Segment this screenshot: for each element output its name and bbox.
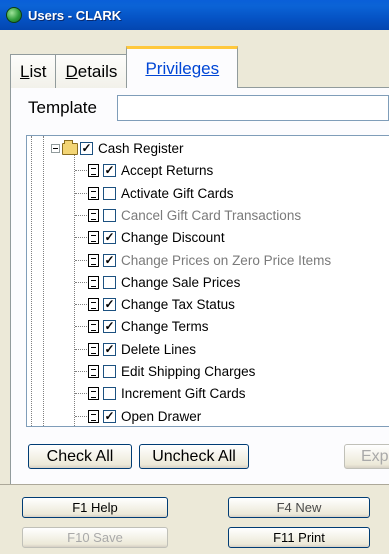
tree-branch-line bbox=[75, 348, 87, 350]
tree-item-label: Accept Returns bbox=[121, 163, 214, 179]
tree-node-cash-register[interactable]: ✓ Cash Register bbox=[51, 138, 184, 159]
tab-details[interactable]: Details bbox=[55, 54, 128, 88]
open-folder-icon bbox=[62, 139, 78, 155]
tree-branch-line bbox=[75, 326, 87, 328]
tree-branch-line bbox=[75, 393, 87, 395]
tab-privileges-label: Privileges bbox=[145, 58, 220, 78]
tree-item-label: Activate Gift Cards bbox=[121, 185, 234, 201]
document-icon bbox=[88, 253, 99, 267]
check-all-button[interactable]: Check All bbox=[28, 444, 132, 469]
tree-branch-line bbox=[75, 192, 87, 194]
tree-item[interactable]: ✓ Accept Returns bbox=[88, 160, 213, 181]
template-label: Template bbox=[28, 98, 97, 117]
document-icon bbox=[88, 409, 99, 423]
tree-item-label: Change Discount bbox=[121, 230, 225, 246]
f1-help-button[interactable]: F1 Help bbox=[22, 497, 168, 518]
f10-save-button[interactable]: F10 Save bbox=[22, 527, 168, 548]
checkbox[interactable]: ✓ bbox=[103, 320, 116, 334]
tree-branch-line bbox=[75, 214, 87, 216]
tree-item[interactable]: Edit Shipping Charges bbox=[88, 361, 255, 382]
tab-privileges[interactable]: Privileges bbox=[126, 46, 239, 88]
tab-details-accelerator: D bbox=[65, 61, 78, 81]
document-icon bbox=[88, 275, 99, 289]
tree-branch-line bbox=[75, 304, 87, 306]
tree-guide-line bbox=[43, 136, 44, 426]
tree-item[interactable]: Cancel Gift Card Transactions bbox=[88, 205, 301, 226]
window-title: Users - CLARK bbox=[28, 7, 122, 23]
tree-item-label: Increment Gift Cards bbox=[121, 386, 246, 402]
tree-branch-line bbox=[75, 281, 87, 283]
document-icon bbox=[88, 387, 99, 401]
tree-item-label: Edit Shipping Charges bbox=[121, 364, 256, 379]
checkbox[interactable] bbox=[103, 365, 116, 378]
tree-item-label: Change Terms bbox=[121, 319, 209, 335]
document-icon bbox=[88, 298, 99, 312]
tree-branch-line bbox=[75, 371, 87, 372]
checkbox[interactable]: ✓ bbox=[103, 342, 116, 356]
tree-item[interactable]: ✓ Open Drawer bbox=[88, 406, 202, 426]
collapse-icon[interactable] bbox=[51, 144, 60, 153]
tree-branch-line bbox=[75, 415, 87, 417]
checkbox[interactable] bbox=[103, 208, 116, 222]
checkbox[interactable] bbox=[103, 186, 116, 200]
tab-strip: List Details Privileges bbox=[10, 46, 239, 88]
app-icon bbox=[6, 7, 22, 23]
tree-item[interactable]: ✓ Change Terms bbox=[88, 316, 209, 337]
tree-item-label: Delete Lines bbox=[121, 341, 197, 357]
checkbox[interactable]: ✓ bbox=[103, 298, 116, 312]
uncheck-all-button[interactable]: Uncheck All bbox=[139, 444, 249, 469]
tab-details-rest: etails bbox=[77, 61, 118, 81]
tree-item-label: Open Drawer bbox=[121, 408, 202, 424]
f11-print-button[interactable]: F11 Print bbox=[228, 527, 370, 548]
tree-guide-line bbox=[74, 150, 75, 426]
document-icon bbox=[88, 164, 99, 178]
tree-item[interactable]: Change Sale Prices bbox=[88, 272, 240, 293]
tree-item[interactable]: Activate Gift Cards bbox=[88, 183, 234, 204]
tree-branch-line bbox=[75, 170, 87, 172]
tree-item[interactable]: ✓ Delete Lines bbox=[88, 339, 196, 360]
document-icon bbox=[88, 342, 99, 356]
tree-item[interactable]: ✓ Change Tax Status bbox=[88, 294, 235, 315]
title-bar[interactable]: Users - CLARK bbox=[0, 0, 389, 30]
checkbox[interactable]: ✓ bbox=[103, 253, 116, 267]
document-icon bbox=[88, 365, 99, 378]
checkbox[interactable]: ✓ bbox=[103, 409, 116, 423]
checkbox[interactable] bbox=[103, 387, 116, 401]
tab-list-accelerator: L bbox=[20, 61, 30, 81]
tab-list[interactable]: List bbox=[10, 54, 57, 88]
checkbox[interactable]: ✓ bbox=[103, 164, 116, 178]
template-input[interactable] bbox=[117, 95, 389, 121]
document-icon bbox=[88, 208, 99, 222]
f4-new-button[interactable]: F4 New bbox=[228, 497, 370, 518]
document-icon bbox=[88, 231, 99, 245]
tree-guide-line bbox=[31, 136, 32, 426]
tree-item[interactable]: ✓ Change Discount bbox=[88, 227, 225, 248]
tree-node-label: Cash Register bbox=[98, 141, 184, 156]
document-icon bbox=[88, 320, 99, 334]
privileges-tree[interactable]: ✓ Cash Register ✓ Accept Returns Activate Gi… bbox=[26, 135, 389, 427]
checkbox[interactable]: ✓ bbox=[80, 142, 93, 155]
checkbox[interactable] bbox=[103, 275, 116, 289]
tree-branch-line bbox=[75, 237, 87, 239]
expand-all-button[interactable]: Exp bbox=[344, 444, 389, 469]
tree-item[interactable]: Increment Gift Cards bbox=[88, 383, 246, 404]
tree-item-label: Change Sale Prices bbox=[121, 274, 241, 290]
tree-item-label: Change Prices on Zero Price Items bbox=[121, 252, 332, 268]
tree-item[interactable]: ✓ Change Prices on Zero Price Items bbox=[88, 250, 331, 271]
tree-branch-line bbox=[75, 259, 87, 261]
checkbox[interactable]: ✓ bbox=[103, 231, 116, 245]
tree-item-label: Change Tax Status bbox=[121, 297, 235, 313]
document-icon bbox=[88, 186, 99, 200]
tree-item-label: Cancel Gift Card Transactions bbox=[121, 207, 302, 223]
tab-list-rest: ist bbox=[29, 61, 47, 81]
